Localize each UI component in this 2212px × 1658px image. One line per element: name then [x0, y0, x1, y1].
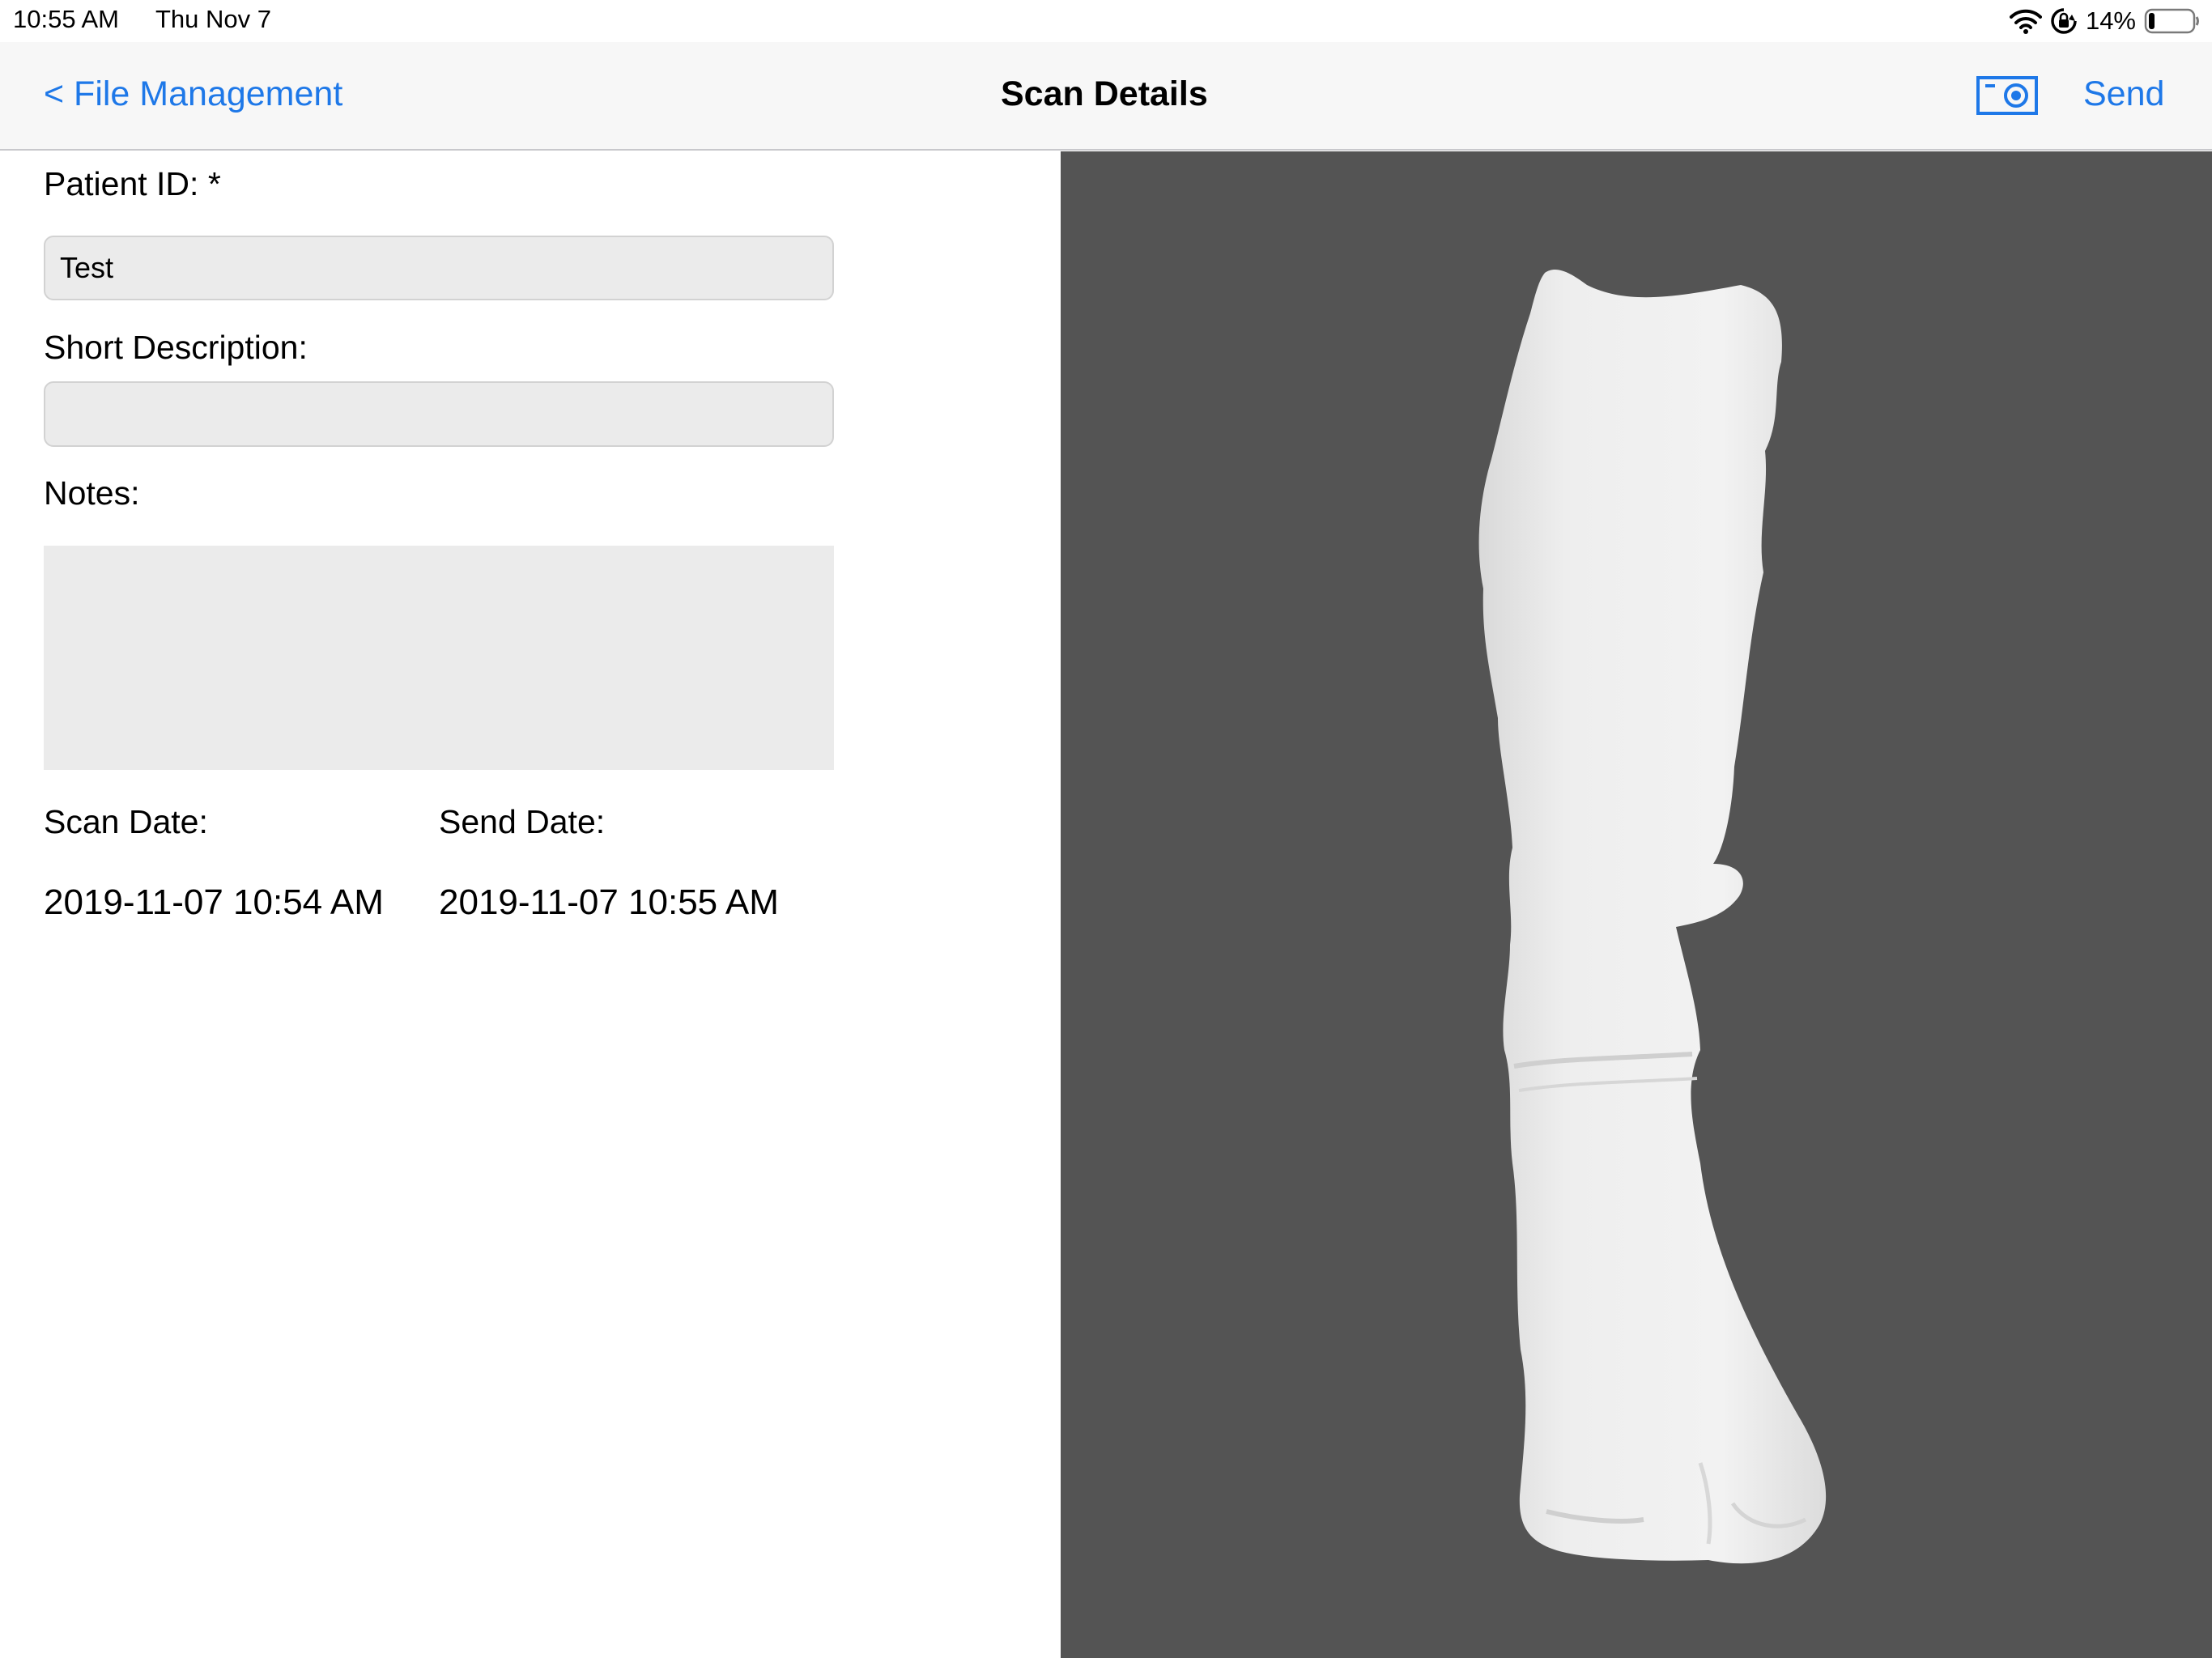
notes-field[interactable]: [44, 546, 834, 770]
battery-percentage: 14%: [2085, 6, 2136, 35]
status-bar: 10:55 AM Thu Nov 7 14%: [0, 0, 2212, 42]
patient-id-field[interactable]: [44, 236, 834, 300]
navigation-bar: < File Management Scan Details Send: [0, 42, 2212, 151]
battery-icon: [2144, 7, 2201, 35]
patient-id-label: Patient ID: *: [44, 165, 221, 202]
send-date-label: Send Date:: [439, 803, 606, 840]
scan-date-label: Scan Date:: [44, 803, 208, 840]
status-indicators: 14%: [2009, 5, 2201, 37]
send-date-value: 2019-11-07 10:55 AM: [439, 882, 779, 922]
scan-form: Patient ID: * Short Description: Notes: …: [0, 151, 1061, 1658]
short-description-field[interactable]: [44, 381, 834, 447]
notes-label: Notes:: [44, 474, 140, 512]
page-title: Scan Details: [1001, 74, 1208, 113]
status-time: 10:55 AM: [13, 5, 119, 33]
orientation-lock-icon: [2050, 7, 2078, 35]
camera-icon[interactable]: [1976, 76, 2038, 115]
back-button[interactable]: < File Management: [44, 74, 342, 114]
send-button[interactable]: Send: [2083, 74, 2164, 114]
scan-details-screen: 10:55 AM Thu Nov 7 14% < File Management…: [0, 0, 2212, 1658]
scan-date-value: 2019-11-07 10:54 AM: [44, 882, 384, 922]
3d-model-viewport[interactable]: [1061, 151, 2212, 1658]
short-description-label: Short Description:: [44, 329, 308, 366]
leg-scan-model: [1478, 269, 1827, 1564]
status-date: Thu Nov 7: [155, 5, 272, 33]
wifi-icon: [2009, 8, 2042, 34]
